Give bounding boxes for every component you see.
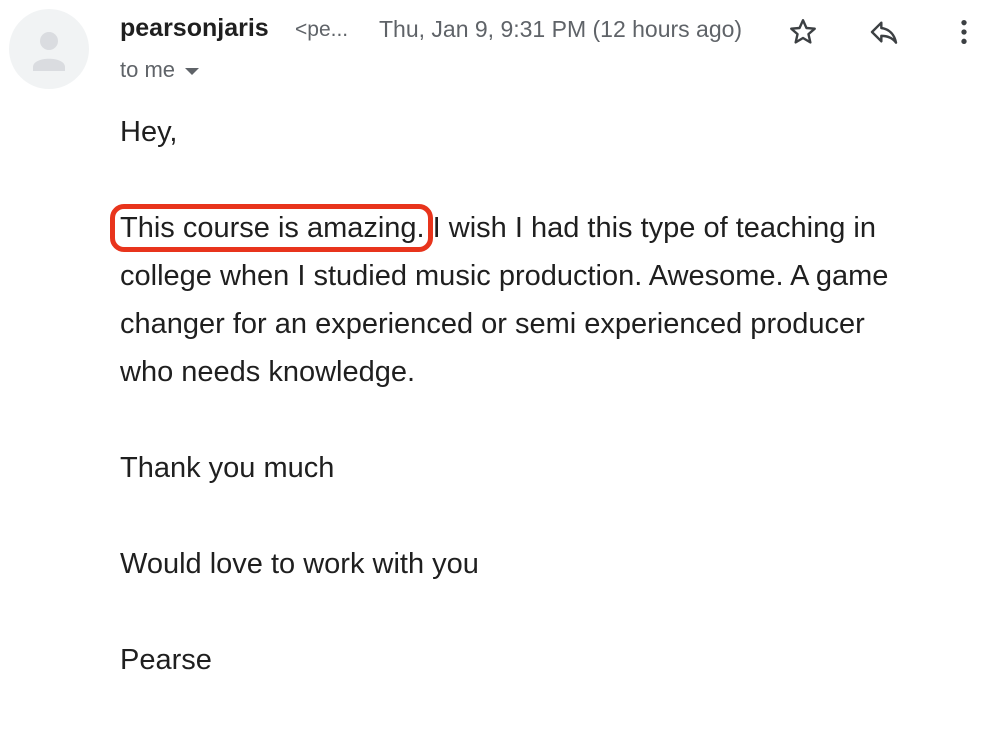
thanks-line: Thank you much (120, 452, 335, 484)
more-vert-icon (961, 20, 967, 44)
closing-line: Would love to work with you (120, 548, 479, 580)
star-icon (790, 19, 816, 44)
message-timestamp: Thu, Jan 9, 9:31 PM (12 hours ago) (379, 16, 743, 42)
recipient-label: to me (120, 57, 176, 82)
signature: Pearse (120, 644, 212, 676)
avatar-placeholder-icon (33, 32, 65, 71)
chevron-down-icon (185, 67, 200, 75)
message-body: Hey, This course is amazing. I wish I ha… (110, 108, 980, 732)
star-button[interactable] (781, 10, 825, 54)
reply-button[interactable] (862, 10, 906, 54)
sender-email[interactable]: <pe... (295, 18, 348, 42)
sender-name[interactable]: pearsonjaris (120, 14, 269, 43)
more-options-button[interactable] (942, 10, 986, 54)
highlighted-phrase: This course is amazing. (110, 204, 433, 252)
reply-icon (870, 21, 898, 44)
paragraph-line-1-rest: I wish I had this type of teaching in (424, 212, 876, 244)
greeting: Hey, (120, 116, 178, 148)
sender-avatar[interactable] (9, 9, 89, 89)
paragraph-line-3: changer for an experienced or semi exper… (120, 308, 865, 340)
recipient-details-toggle[interactable]: to me (120, 57, 200, 83)
paragraph-line-4: who needs knowledge. (120, 356, 416, 388)
message-paragraph: This course is amazing. I wish I had thi… (110, 204, 980, 396)
paragraph-line-2: college when I studied music production.… (120, 260, 889, 292)
